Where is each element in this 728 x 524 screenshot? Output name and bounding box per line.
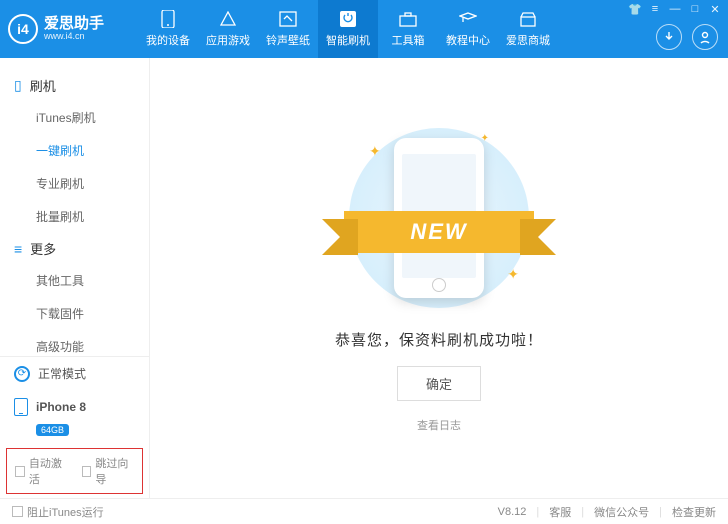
nav-my-device[interactable]: 我的设备: [138, 0, 198, 58]
app-name: 爱思助手: [44, 16, 104, 33]
top-nav: 我的设备 应用游戏 铃声壁纸 智能刷机 工具箱 教程中心 爱思商城: [138, 0, 558, 58]
success-illustration: ✦ ✦ ✦ NEW: [339, 123, 539, 313]
menu-button[interactable]: ≡: [646, 2, 664, 16]
sidebar-item-oneclick-flash[interactable]: 一键刷机: [0, 134, 149, 167]
nav-store[interactable]: 爱思商城: [498, 0, 558, 58]
phone-icon: [14, 398, 28, 416]
minimize-button[interactable]: —: [666, 2, 684, 16]
sidebar-item-advanced[interactable]: 高级功能: [0, 330, 149, 356]
view-log-link[interactable]: 查看日志: [417, 417, 461, 433]
refresh-icon: ⟳: [14, 366, 30, 382]
status-bar: 阻止iTunes运行 V8.12 | 客服 | 微信公众号 | 检查更新: [0, 498, 728, 524]
sidebar-item-other-tools[interactable]: 其他工具: [0, 264, 149, 297]
sidebar: ▯刷机 iTunes刷机 一键刷机 专业刷机 批量刷机 ≡更多 其他工具 下载固…: [0, 58, 150, 498]
version-label: V8.12: [498, 506, 527, 518]
sidebar-item-itunes-flash[interactable]: iTunes刷机: [0, 101, 149, 134]
app-url: www.i4.cn: [44, 32, 104, 42]
ok-button[interactable]: 确定: [397, 366, 481, 401]
sidebar-section-flash[interactable]: ▯刷机: [0, 70, 149, 101]
sidebar-item-pro-flash[interactable]: 专业刷机: [0, 167, 149, 200]
check-update-link[interactable]: 检查更新: [672, 504, 716, 520]
phone-icon: ▯: [14, 77, 22, 94]
app-logo: i4 爱思助手 www.i4.cn: [8, 14, 138, 44]
sidebar-item-download-firmware[interactable]: 下载固件: [0, 297, 149, 330]
device-mode[interactable]: ⟳正常模式: [0, 357, 149, 390]
title-bar: i4 爱思助手 www.i4.cn 我的设备 应用游戏 铃声壁纸 智能刷机 工具…: [0, 0, 728, 58]
window-controls: 👕 ≡ — □ ✕: [626, 2, 724, 16]
nav-ringtone[interactable]: 铃声壁纸: [258, 0, 318, 58]
storage-badge: 64GB: [36, 424, 69, 436]
flash-icon: [338, 10, 358, 28]
sidebar-item-batch-flash[interactable]: 批量刷机: [0, 200, 149, 233]
auto-activate-checkbox[interactable]: 自动激活: [15, 455, 68, 487]
toolbox-icon: [398, 10, 418, 28]
maximize-button[interactable]: □: [686, 2, 704, 16]
sidebar-section-more[interactable]: ≡更多: [0, 233, 149, 264]
apps-icon: [218, 10, 238, 28]
support-link[interactable]: 客服: [549, 504, 571, 520]
user-button[interactable]: [692, 24, 718, 50]
nav-flash[interactable]: 智能刷机: [318, 0, 378, 58]
sparkle-icon: ✦: [369, 143, 381, 160]
sparkle-icon: ✦: [507, 266, 519, 283]
wechat-link[interactable]: 微信公众号: [594, 504, 649, 520]
skin-button[interactable]: 👕: [626, 2, 644, 16]
device-info[interactable]: iPhone 8 64GB: [0, 390, 149, 444]
nav-apps[interactable]: 应用游戏: [198, 0, 258, 58]
options-highlight-box: 自动激活 跳过向导: [6, 448, 143, 494]
success-message: 恭喜您，保资料刷机成功啦！: [335, 329, 543, 350]
wallpaper-icon: [278, 10, 298, 28]
close-button[interactable]: ✕: [706, 2, 724, 16]
nav-tutorial[interactable]: 教程中心: [438, 0, 498, 58]
block-itunes-checkbox[interactable]: 阻止iTunes运行: [12, 504, 104, 520]
nav-toolbox[interactable]: 工具箱: [378, 0, 438, 58]
tutorial-icon: [458, 10, 478, 28]
more-icon: ≡: [14, 241, 22, 257]
download-button[interactable]: [656, 24, 682, 50]
skip-guide-checkbox[interactable]: 跳过向导: [82, 455, 135, 487]
store-icon: [518, 10, 538, 28]
logo-icon: i4: [8, 14, 38, 44]
new-ribbon: NEW: [344, 211, 534, 253]
main-content: ✦ ✦ ✦ NEW 恭喜您，保资料刷机成功啦！ 确定 查看日志: [150, 58, 728, 498]
device-icon: [158, 10, 178, 28]
